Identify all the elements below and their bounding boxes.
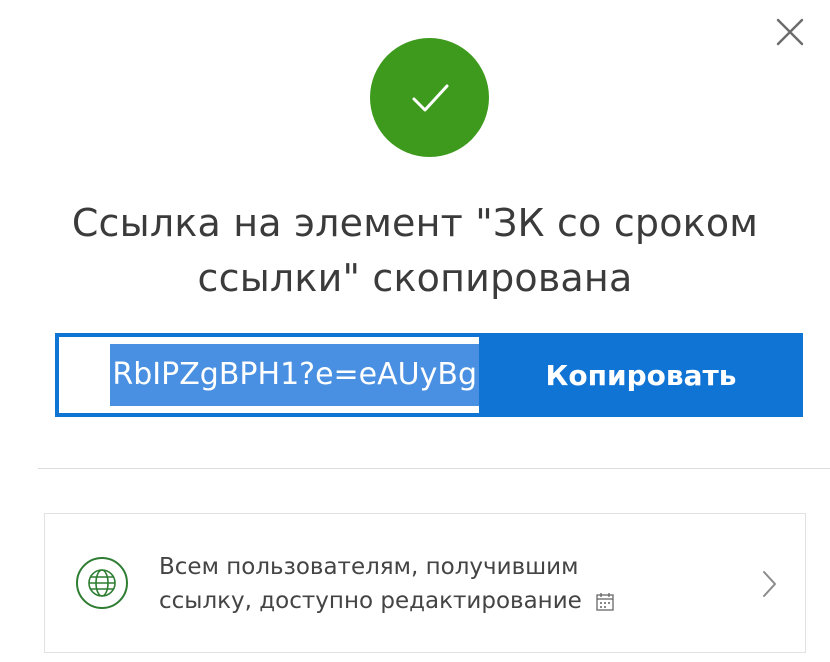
permission-line-2: ссылку, доступно редактирование — [159, 588, 582, 614]
title-line-1: Ссылка на элемент "ЗК со сроком — [71, 201, 759, 245]
title-line-2: ссылки" скопирована — [197, 256, 633, 300]
link-copied-dialog: Ссылка на элемент "ЗК со сроком ссылки" … — [0, 0, 830, 662]
calendar-icon — [596, 592, 614, 611]
close-icon — [776, 18, 804, 46]
close-button[interactable] — [768, 10, 812, 54]
checkmark-icon — [412, 84, 449, 112]
copy-button[interactable]: Копировать — [479, 333, 803, 417]
permission-line-2-wrap: ссылку, доступно редактирование — [159, 584, 719, 618]
link-settings-button[interactable]: Всем пользователям, получившим ссылку, д… — [44, 513, 806, 653]
dialog-title: Ссылка на элемент "ЗК со сроком ссылки" … — [40, 196, 790, 306]
link-input[interactable] — [59, 337, 479, 413]
link-bar: RbIPZgBPH1?e=eAUyBg Копировать — [55, 333, 803, 417]
success-badge — [370, 38, 489, 157]
permission-line-1: Всем пользователям, получившим — [159, 554, 579, 580]
globe-icon — [76, 557, 128, 609]
link-field[interactable]: RbIPZgBPH1?e=eAUyBg — [59, 337, 479, 413]
permission-description: Всем пользователям, получившим ссылку, д… — [159, 550, 719, 618]
chevron-right-icon — [763, 571, 776, 597]
divider — [38, 468, 830, 469]
